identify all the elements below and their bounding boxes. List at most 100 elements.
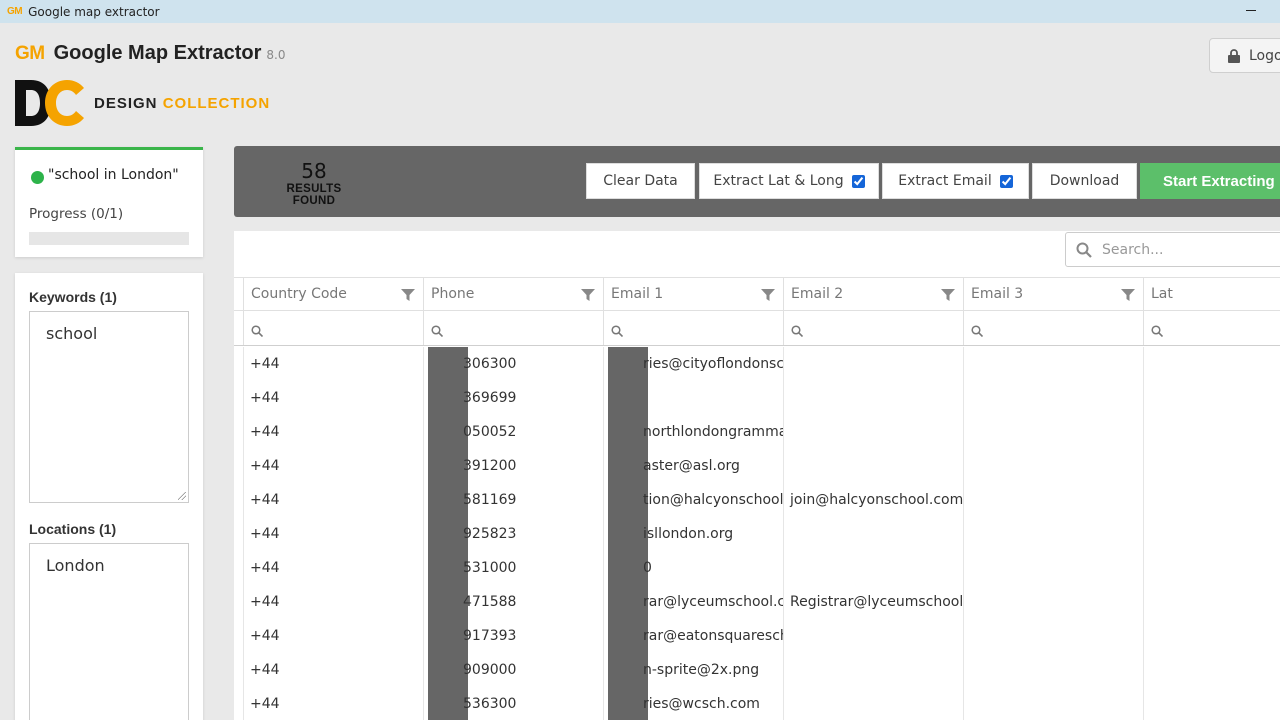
- grid-header-row: Country Code Phone Email 1 Email 2 Email 3 La…: [234, 277, 1280, 311]
- download-label: Download: [1049, 173, 1120, 189]
- filter-funnel-icon[interactable]: [941, 287, 955, 301]
- input-panel: Keywords (1) school Locations (1) London: [15, 273, 203, 720]
- clear-data-label: Clear Data: [603, 173, 678, 189]
- cell-phone[interactable]: 050052: [463, 415, 603, 449]
- cell-country[interactable]: +44: [243, 381, 423, 415]
- cell-country[interactable]: +44: [243, 585, 423, 619]
- column-header-email-1[interactable]: Email 1: [603, 278, 783, 310]
- locations-textarea[interactable]: London: [29, 543, 189, 720]
- cell-email1[interactable]: n-sprite@2x.png: [643, 653, 783, 687]
- cell-email1[interactable]: aster@asl.org: [643, 449, 783, 483]
- brand-name: DESIGN COLLECTION: [94, 95, 270, 112]
- cell-country[interactable]: +44: [243, 415, 423, 449]
- minimize-icon[interactable]: [1244, 3, 1258, 17]
- cell-email1[interactable]: ries@wcsch.com: [643, 687, 783, 720]
- cell-email2[interactable]: [783, 381, 963, 415]
- cell-email2[interactable]: [783, 415, 963, 449]
- start-extracting-label: Start Extracting: [1163, 172, 1275, 190]
- cell-phone[interactable]: 391200: [463, 449, 603, 483]
- cell-email1[interactable]: ries@cityoflondonsch: [643, 347, 783, 381]
- search-icon: [1076, 242, 1092, 258]
- cell-phone[interactable]: 369699: [463, 381, 603, 415]
- column-header-email-2[interactable]: Email 2: [783, 278, 963, 310]
- cell-phone[interactable]: 306300: [463, 347, 603, 381]
- column-filter-email-2[interactable]: [783, 311, 963, 345]
- cell-country[interactable]: +44: [243, 551, 423, 585]
- status-indicator-icon: [31, 171, 44, 184]
- cell-email2[interactable]: [783, 449, 963, 483]
- extract-email-label: Extract Email: [898, 173, 992, 189]
- cell-email2[interactable]: Registrar@lyceumschool.co: [783, 585, 963, 619]
- cell-country[interactable]: +44: [243, 619, 423, 653]
- toolbar: 58 RESULTS FOUND Clear Data Extract Lat …: [234, 146, 1280, 217]
- column-header-country-code[interactable]: Country Code: [243, 278, 423, 310]
- filter-funnel-icon[interactable]: [761, 287, 775, 301]
- column-filter-lat[interactable]: [1143, 311, 1280, 345]
- column-filter-phone[interactable]: [423, 311, 603, 345]
- cell-email2[interactable]: [783, 619, 963, 653]
- cell-country[interactable]: +44: [243, 347, 423, 381]
- filter-search-icon: [1151, 322, 1164, 338]
- cell-phone[interactable]: 536300: [463, 687, 603, 720]
- cell-phone[interactable]: 909000: [463, 653, 603, 687]
- start-extracting-button[interactable]: Start Extracting: [1140, 163, 1280, 199]
- progress-bar: [29, 232, 189, 245]
- cell-phone[interactable]: 531000: [463, 551, 603, 585]
- cell-phone[interactable]: 581169: [463, 483, 603, 517]
- column-header-phone[interactable]: Phone: [423, 278, 603, 310]
- filter-funnel-icon[interactable]: [581, 287, 595, 301]
- window-title: Google map extractor: [28, 4, 160, 19]
- column-header-lat[interactable]: Lat: [1143, 278, 1280, 310]
- filter-search-icon: [431, 322, 444, 338]
- phone-redaction: [428, 347, 468, 720]
- app-name: Google Map Extractor: [53, 42, 262, 64]
- extract-latlong-checkbox[interactable]: [851, 174, 865, 188]
- cell-country[interactable]: +44: [243, 517, 423, 551]
- download-button[interactable]: Download: [1032, 163, 1137, 199]
- grid-search[interactable]: [1065, 232, 1280, 267]
- search-input[interactable]: [1102, 241, 1280, 258]
- cell-country[interactable]: +44: [243, 449, 423, 483]
- clear-data-button[interactable]: Clear Data: [586, 163, 695, 199]
- cell-phone[interactable]: 471588: [463, 585, 603, 619]
- resize-grip-icon[interactable]: [178, 492, 186, 500]
- window-app-icon: GM: [7, 6, 23, 17]
- column-header-label: Email 3: [971, 286, 1024, 302]
- filter-funnel-icon[interactable]: [401, 287, 415, 301]
- extract-email-checkbox[interactable]: [999, 174, 1013, 188]
- column-divider: [963, 347, 964, 720]
- extract-email-toggle[interactable]: Extract Email: [882, 163, 1029, 199]
- cell-email1[interactable]: northlondongrammar: [643, 415, 783, 449]
- filter-search-icon: [791, 322, 804, 338]
- cell-email2[interactable]: [783, 687, 963, 720]
- column-filter-country-code[interactable]: [243, 311, 423, 345]
- column-header-email-3[interactable]: Email 3: [963, 278, 1143, 310]
- column-filter-email-1[interactable]: [603, 311, 783, 345]
- locations-value: London: [46, 556, 105, 575]
- cell-email2[interactable]: [783, 551, 963, 585]
- progress-label: Progress (0/1): [29, 206, 124, 222]
- cell-email2[interactable]: [783, 517, 963, 551]
- extract-latlong-toggle[interactable]: Extract Lat & Long: [699, 163, 879, 199]
- cell-country[interactable]: +44: [243, 483, 423, 517]
- logout-button[interactable]: Logo: [1209, 38, 1280, 73]
- column-divider: [603, 347, 604, 720]
- status-query: "school in London": [48, 167, 179, 183]
- filter-search-icon: [971, 322, 984, 338]
- cell-phone[interactable]: 925823: [463, 517, 603, 551]
- column-filter-email-3[interactable]: [963, 311, 1143, 345]
- cell-email1[interactable]: [643, 381, 783, 415]
- cell-email2[interactable]: join@halcyonschool.com: [783, 483, 963, 517]
- cell-country[interactable]: +44: [243, 687, 423, 720]
- cell-email1[interactable]: 0: [643, 551, 783, 585]
- cell-email2[interactable]: [783, 653, 963, 687]
- cell-email1[interactable]: rar@lyceumschool.co: [643, 585, 783, 619]
- cell-email2[interactable]: [783, 347, 963, 381]
- cell-phone[interactable]: 917393: [463, 619, 603, 653]
- keywords-textarea[interactable]: school: [29, 311, 189, 503]
- cell-country[interactable]: +44: [243, 653, 423, 687]
- cell-email1[interactable]: isllondon.org: [643, 517, 783, 551]
- cell-email1[interactable]: rar@eatonsquaresch: [643, 619, 783, 653]
- filter-funnel-icon[interactable]: [1121, 287, 1135, 301]
- cell-email1[interactable]: tion@halcyonschool.: [643, 483, 783, 517]
